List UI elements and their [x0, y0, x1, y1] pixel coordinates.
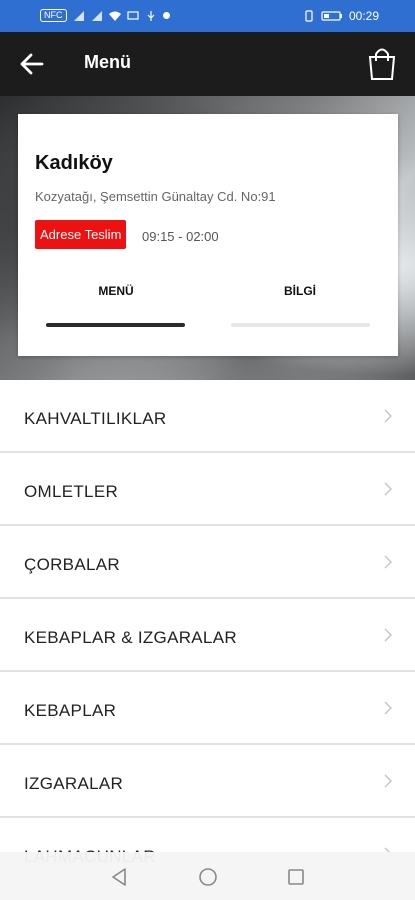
- category-label: KAHVALTILIKLAR: [24, 409, 167, 428]
- chevron-right-icon: [384, 701, 393, 715]
- category-row-corbalar[interactable]: ÇORBALAR: [0, 526, 415, 599]
- cast-icon: [126, 10, 139, 20]
- shopping-bag-icon[interactable]: [367, 45, 397, 81]
- delivery-badge: Adrese Teslim: [35, 220, 127, 249]
- tab-info[interactable]: BİLGİ: [230, 284, 370, 298]
- signal-icon: [73, 10, 84, 21]
- signal-icon-2: [91, 10, 102, 21]
- status-time: 00:29: [348, 9, 379, 23]
- nav-home-icon[interactable]: [197, 866, 219, 888]
- tab-menu-indicator: [46, 323, 185, 327]
- wifi-icon: [108, 11, 121, 21]
- system-nav-bar: [0, 852, 415, 900]
- nfc-icon: NFC: [40, 9, 67, 22]
- branch-name: Kadıköy: [35, 152, 113, 174]
- chevron-right-icon: [384, 628, 393, 642]
- category-row-kahvaltiliklar[interactable]: KAHVALTILIKLAR: [0, 380, 415, 453]
- chevron-right-icon: [384, 774, 393, 788]
- status-bar: NFC 00:29: [0, 0, 415, 32]
- category-label: OMLETLER: [24, 482, 119, 501]
- branch-address: Kozyatağı, Şemsettin Günaltay Cd. No:91: [35, 189, 276, 204]
- category-row-kebaplar-izgaralar[interactable]: KEBAPLAR & IZGARALAR: [0, 599, 415, 672]
- chevron-right-icon: [384, 482, 393, 496]
- category-row-kebaplar[interactable]: KEBAPLAR: [0, 672, 415, 745]
- branch-card: Kadıköy Kozyatağı, Şemsettin Günaltay Cd…: [18, 114, 398, 356]
- category-label: IZGARALAR: [24, 774, 124, 793]
- category-list: KAHVALTILIKLAR OMLETLER ÇORBALAR KEBAPLA…: [0, 380, 415, 891]
- vibrate-icon: [305, 10, 313, 22]
- nav-back-icon[interactable]: [108, 866, 130, 888]
- tab-menu[interactable]: MENÜ: [46, 284, 186, 298]
- battery-icon: [321, 11, 342, 21]
- category-label: ÇORBALAR: [24, 555, 120, 574]
- category-row-omletler[interactable]: OMLETLER: [0, 453, 415, 526]
- page-title: Menü: [84, 52, 131, 72]
- opening-hours: 09:15 - 02:00: [142, 229, 219, 244]
- chevron-right-icon: [384, 555, 393, 569]
- tab-info-indicator: [231, 323, 370, 327]
- usb-icon: [147, 10, 154, 21]
- category-label: KEBAPLAR: [24, 701, 117, 720]
- arrow-left-icon[interactable]: [18, 50, 46, 78]
- category-label: KEBAPLAR & IZGARALAR: [24, 628, 237, 647]
- app-bar: Menü: [0, 32, 415, 96]
- nav-recent-icon[interactable]: [285, 866, 307, 888]
- status-left: NFC: [40, 9, 170, 22]
- status-right: 00:29: [303, 9, 379, 23]
- category-row-izgaralar[interactable]: IZGARALAR: [0, 745, 415, 818]
- chevron-right-icon: [384, 409, 393, 423]
- notification-dot-icon: [162, 12, 170, 19]
